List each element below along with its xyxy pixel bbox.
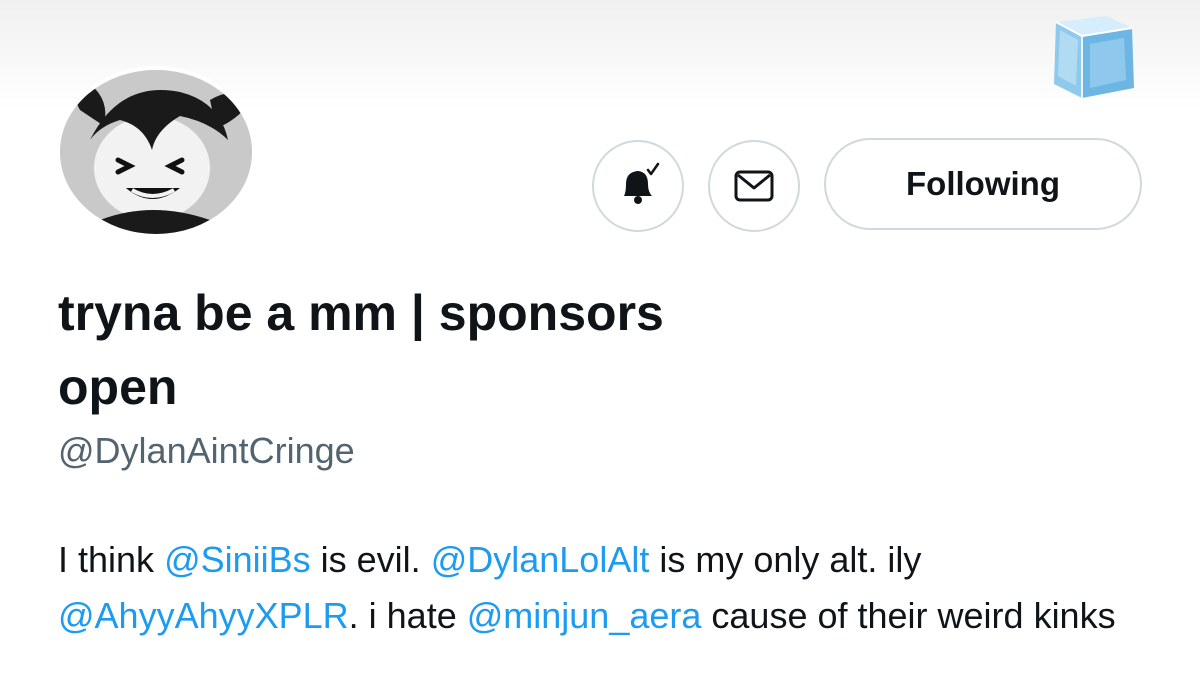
profile-bio: I think @SiniiBs is evil. @DylanLolAlt i…: [58, 532, 1158, 644]
following-button[interactable]: Following: [824, 138, 1142, 230]
bio-text: is my only alt. ily: [649, 539, 922, 580]
display-name: tryna be a mm | sponsors open: [58, 285, 664, 415]
mention-link[interactable]: @AhyyAhyyXPLR: [58, 595, 349, 636]
message-button[interactable]: [708, 140, 800, 232]
bio-text: is evil.: [310, 539, 431, 580]
ice-cube-icon: [1054, 16, 1134, 98]
notify-button[interactable]: [592, 140, 684, 232]
mention-link[interactable]: @DylanLolAlt: [431, 539, 650, 580]
avatar-cartoon-image: [60, 70, 252, 234]
mention-link[interactable]: @SiniiBs: [164, 539, 311, 580]
mention-link[interactable]: @minjun_aera: [467, 595, 702, 636]
bio-text: . i hate: [348, 595, 467, 636]
user-handle: @DylanAintCringe: [58, 430, 355, 471]
mail-envelope-icon: [734, 170, 774, 202]
bio-text: cause of their weird kinks: [701, 595, 1116, 636]
following-label: Following: [906, 165, 1060, 202]
bio-text: I think: [58, 539, 165, 580]
avatar[interactable]: [56, 66, 256, 238]
bell-check-icon: [624, 162, 660, 204]
